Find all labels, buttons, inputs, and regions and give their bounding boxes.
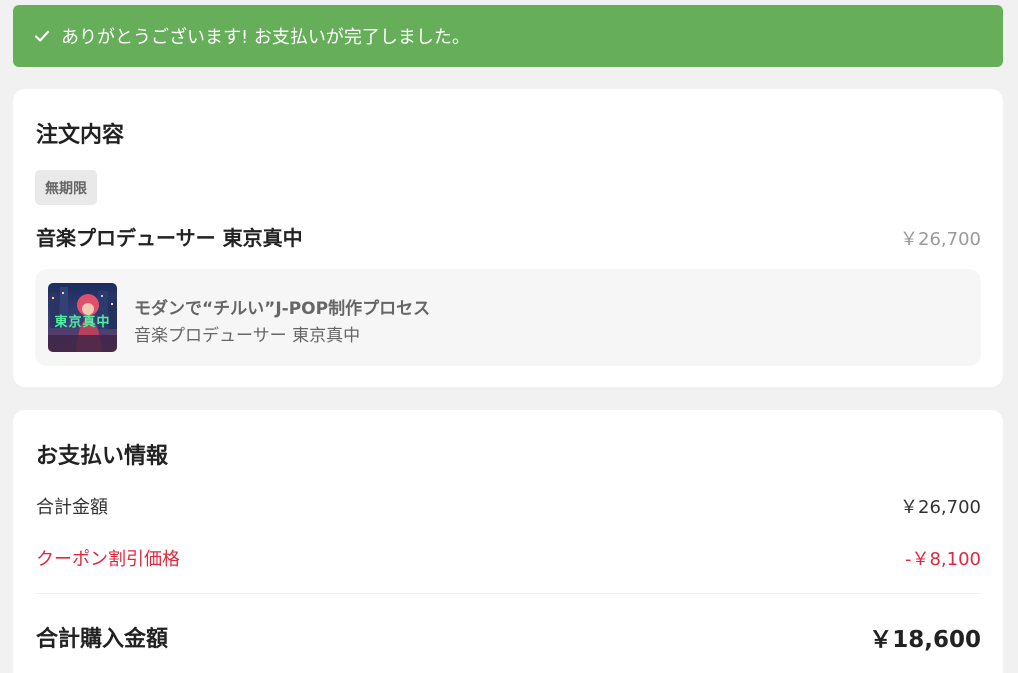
subtotal-row: 合計金額 ￥26,700 [36, 493, 981, 519]
course-thumbnail[interactable]: 東京真中 [48, 283, 117, 352]
purchase-complete-page: ありがとうございます! お支払いが完了しました。 注文内容 無期限 音楽プロデュ… [0, 0, 1018, 673]
total-row: 合計購入金額 ￥18,600 [36, 620, 981, 654]
course-title[interactable]: モダンで“チルい”J-POP制作プロセス [134, 294, 430, 319]
coupon-value: -￥8,100 [904, 549, 981, 570]
product-name: 音楽プロデューサー 東京真中 [36, 226, 303, 250]
order-details-card: 注文内容 無期限 音楽プロデューサー 東京真中 ￥26,700 東京真中 モダン… [13, 89, 1003, 387]
success-message: ありがとうございます! お支払いが完了しました。 [61, 27, 470, 48]
course-author: 音楽プロデューサー 東京真中 [134, 326, 361, 346]
product-price: ￥26,700 [900, 229, 981, 250]
payment-info-title: お支払い情報 [36, 444, 169, 469]
success-banner: ありがとうございます! お支払いが完了しました。 [13, 5, 1003, 67]
total-value: ￥18,600 [869, 627, 981, 653]
course-item[interactable]: 東京真中 モダンで“チルい”J-POP制作プロセス 音楽プロデューサー 東京真中 [35, 269, 981, 366]
subtotal-value: ￥26,700 [900, 497, 981, 518]
thumbnail-logo-text: 東京真中 [54, 315, 111, 330]
total-label: 合計購入金額 [36, 627, 169, 652]
duration-badge: 無期限 [35, 170, 97, 205]
divider [35, 593, 981, 594]
coupon-discount-row: クーポン割引価格 -￥8,100 [36, 545, 981, 571]
subtotal-label: 合計金額 [36, 497, 108, 518]
order-details-title: 注文内容 [36, 123, 125, 148]
check-icon [33, 27, 51, 45]
payment-info-card: お支払い情報 合計金額 ￥26,700 クーポン割引価格 -￥8,100 合計購… [13, 410, 1003, 673]
coupon-label: クーポン割引価格 [36, 549, 180, 570]
